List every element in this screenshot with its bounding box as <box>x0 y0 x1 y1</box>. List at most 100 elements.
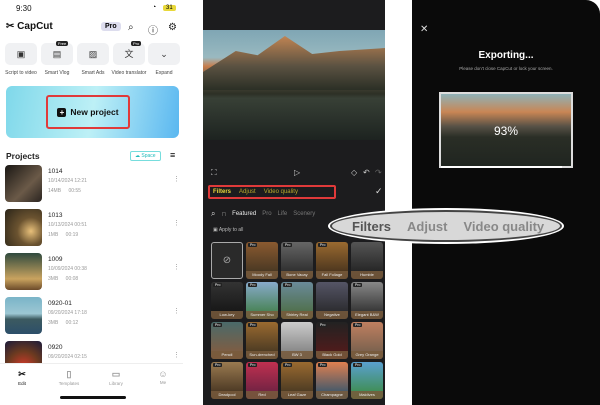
more-icon[interactable]: ⋮ <box>173 175 180 183</box>
filter-item[interactable]: Pro Leaf Gaze <box>281 362 313 399</box>
nav-label: Me <box>159 380 167 385</box>
settings-icon[interactable]: ⚙ <box>168 22 177 33</box>
tool-video-translator[interactable]: 文 <box>113 43 145 65</box>
confirm-check-icon[interactable]: ✓ <box>375 186 383 197</box>
tool-script-to-video[interactable]: ▣ <box>5 43 37 65</box>
tool-label: Video translator <box>111 70 147 76</box>
project-meta: 14MB 00:55 <box>48 188 81 194</box>
pro-badge: Pro <box>213 323 223 327</box>
space-button[interactable]: ☁ Space <box>130 151 161 161</box>
undo-icon[interactable]: ↶ <box>363 168 370 177</box>
pro-badge: Pro <box>248 283 258 287</box>
play-icon[interactable]: ▷ <box>294 168 300 177</box>
filter-name: Shirley Real <box>281 311 313 319</box>
fullscreen-icon[interactable]: ⛶ <box>211 168 217 178</box>
project-duration: 00:08 <box>65 276 79 282</box>
filter-item[interactable]: Pro Elegant B&W <box>351 282 383 319</box>
filter-item[interactable]: Pro Black Gold <box>316 322 348 359</box>
filter-item[interactable]: Pro Moody Fall <box>246 242 278 279</box>
tool-label: Script to video <box>5 70 37 76</box>
filter-item[interactable]: Pro Fall Foliage <box>316 242 348 279</box>
more-icon[interactable]: ⋮ <box>173 219 180 227</box>
tool-smart-ads[interactable]: ▨ <box>77 43 109 65</box>
tool-expand[interactable]: ⌄ <box>148 43 180 65</box>
person-icon: ☺ <box>158 369 168 379</box>
no-filter-button[interactable]: ⊘ <box>211 242 243 279</box>
filter-item[interactable]: Pro Pencil <box>211 322 243 359</box>
tool-label: Smart Vlog <box>44 70 70 76</box>
filter-name: Pencil <box>211 351 243 359</box>
pro-badge: Pro <box>248 363 258 367</box>
search-icon[interactable]: ⌕ <box>128 22 134 33</box>
tab-adjust[interactable]: Adjust <box>239 189 256 195</box>
filter-name: Negative <box>316 311 348 319</box>
status-time: 9:30 <box>16 4 32 13</box>
pro-badge: Pro <box>283 243 293 247</box>
export-preview: 93% <box>439 92 573 168</box>
nav-me[interactable]: ☺ Me <box>143 369 183 385</box>
bookmark-icon[interactable]: ⊓ <box>221 211 226 218</box>
project-item[interactable]: 1014 10/14/2024 12:21 14MB 00:55 ⋮ <box>5 165 180 203</box>
new-project-button[interactable]: + New project <box>46 95 130 129</box>
filter-item[interactable]: Pro Champagne <box>316 362 348 399</box>
project-size: 3MB <box>48 320 59 326</box>
search-icon[interactable]: ⌕ <box>211 209 215 219</box>
project-item[interactable]: 1009 10/09/2024 00:38 3MB 00:08 ⋮ <box>5 253 180 291</box>
tab-video-quality[interactable]: Video quality <box>264 189 298 195</box>
help-icon[interactable]: ⓘ <box>148 22 158 37</box>
project-item[interactable]: 1013 10/13/2024 00:51 1MB 00:19 ⋮ <box>5 209 180 247</box>
tab-filters[interactable]: Filters <box>213 189 231 195</box>
filter-name: Moody Fall <box>246 271 278 279</box>
project-name: 1009 <box>48 256 63 263</box>
filter-name: Sun-drenched <box>246 351 278 359</box>
nav-edit[interactable]: ✂ Edit <box>2 369 42 386</box>
keyframe-icon[interactable]: ◇ <box>351 168 357 177</box>
category-scenery[interactable]: Scenery <box>293 211 315 217</box>
category-featured[interactable]: Featured <box>232 211 256 217</box>
templates-icon: ▯ <box>66 369 72 379</box>
project-date: 10/09/2024 00:38 <box>48 266 87 272</box>
pro-button[interactable]: Pro <box>101 22 121 31</box>
more-icon[interactable]: ⋮ <box>173 351 180 359</box>
project-name: 0920 <box>48 344 63 351</box>
filter-item[interactable]: Humble <box>351 242 383 279</box>
project-meta: 1MB 00:19 <box>48 232 78 238</box>
close-icon[interactable]: ✕ <box>420 24 428 35</box>
scissors-icon: ✂ <box>18 369 26 379</box>
filter-item[interactable]: Pro Low-key <box>211 282 243 319</box>
project-date: 10/14/2024 12:21 <box>48 178 87 184</box>
filter-item[interactable]: Pro Deadpool <box>211 362 243 399</box>
category-life[interactable]: Life <box>278 211 288 217</box>
filter-item[interactable]: Pro Maldives <box>351 362 383 399</box>
nav-label: Templates <box>58 381 80 386</box>
export-progress-label: 93% <box>493 124 519 138</box>
pro-badge: Pro <box>283 363 293 367</box>
app-name: CapCut <box>17 21 53 32</box>
filter-name: BW 3 <box>281 351 313 359</box>
nav-library[interactable]: ▭ Library <box>96 369 136 386</box>
tool-smart-vlog[interactable]: ▤ <box>41 43 73 65</box>
pro-badge: Pro <box>248 243 258 247</box>
magnified-video-quality: Video quality <box>463 218 545 234</box>
filter-name: Elegant B&W <box>351 311 383 319</box>
filter-item[interactable]: Pro Summer Sho <box>246 282 278 319</box>
redo-icon[interactable]: ↷ <box>375 168 382 177</box>
filter-item[interactable]: Pro Sun-drenched <box>246 322 278 359</box>
chevron-down-icon: ⌄ <box>160 49 168 59</box>
nav-label: Edit <box>18 381 26 386</box>
filter-item[interactable]: BW 3 <box>281 322 313 359</box>
filter-item[interactable]: Negative <box>316 282 348 319</box>
filter-item[interactable]: Pro Shirley Real <box>281 282 313 319</box>
project-item[interactable]: 0920-01 09/20/2024 17:18 3MB 00:12 ⋮ <box>5 297 180 335</box>
more-icon[interactable]: ⋮ <box>173 263 180 271</box>
category-pro[interactable]: Pro <box>262 211 271 217</box>
apply-to-all-toggle[interactable]: ▣ Apply to all <box>213 227 243 233</box>
filter-name: Bone Vacay <box>281 271 313 279</box>
filter-item[interactable]: Pro Bone Vacay <box>281 242 313 279</box>
more-icon[interactable]: ⋮ <box>173 307 180 315</box>
export-title: Exporting... <box>478 50 534 61</box>
filter-item[interactable]: Pro Red <box>246 362 278 399</box>
sort-icon[interactable]: ≡ <box>170 150 175 160</box>
filter-item[interactable]: Pro Grey Orange <box>351 322 383 359</box>
nav-templates[interactable]: ▯ Templates <box>49 369 89 386</box>
